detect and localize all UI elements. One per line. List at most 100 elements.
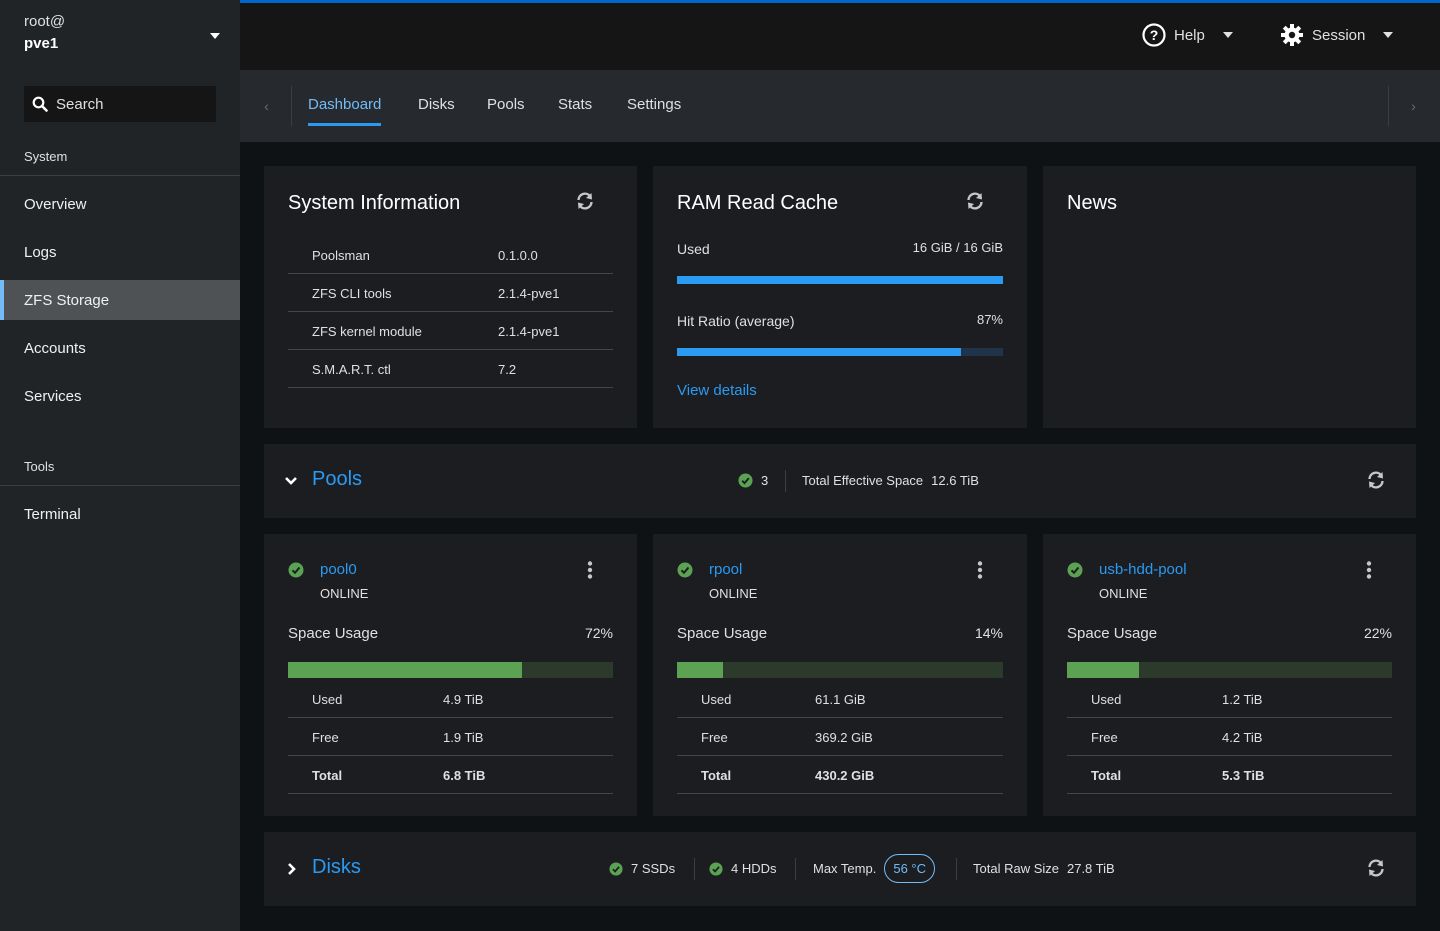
search-button[interactable]: Search (24, 86, 216, 122)
pool-stat-key: Total (1091, 768, 1122, 783)
pool-stat-value: 1.2 TiB (1222, 692, 1263, 707)
svg-text:?: ? (1150, 27, 1159, 43)
space-usage-bar (288, 662, 613, 678)
chevron-down-icon[interactable] (284, 474, 298, 488)
info-value: 7.2 (498, 362, 517, 377)
space-usage-pct: 14% (974, 625, 1003, 641)
space-usage-fill (288, 662, 522, 678)
pool-name-link[interactable]: rpool (709, 561, 742, 578)
refresh-icon[interactable] (1366, 470, 1386, 490)
info-row: Poolsman 0.1.0.0 (288, 236, 613, 274)
caret-down-icon (1222, 32, 1233, 38)
pool-name-link[interactable]: pool0 (320, 561, 357, 578)
disks-section-title[interactable]: Disks (312, 856, 361, 879)
info-row: S.M.A.R.T. ctl 7.2 (288, 350, 613, 388)
ram-used-value: 16 GiB / 16 GiB (912, 240, 1003, 255)
news-card: News (1043, 166, 1416, 428)
kebab-menu-icon[interactable] (1363, 560, 1375, 580)
space-usage-label: Space Usage (288, 625, 379, 642)
pool-stat-value: 5.3 TiB (1222, 768, 1265, 783)
divider (956, 858, 957, 880)
hit-ratio-fill (677, 348, 961, 356)
hit-ratio-value: 87% (976, 312, 1003, 327)
hdd-label: 4 HDDs (731, 861, 777, 876)
chevron-right-icon: › (1411, 98, 1416, 114)
scroll-left-button[interactable]: ‹ (242, 86, 292, 126)
caret-down-icon (1383, 32, 1394, 38)
space-usage-pct: 72% (584, 625, 613, 641)
pool-state: ONLINE (1099, 586, 1148, 601)
sidebar-item-terminal[interactable]: Terminal (0, 494, 240, 534)
scroll-right-button[interactable]: › (1388, 86, 1438, 126)
sidebar-item-zfs-storage[interactable]: ZFS Storage (0, 280, 240, 320)
session-menu-button[interactable]: Session (1280, 23, 1394, 47)
pool-stat-key: Total (312, 768, 343, 783)
caret-down-icon[interactable] (210, 33, 220, 39)
chevron-right-icon[interactable] (286, 862, 298, 876)
pool-stat-value: 430.2 GiB (815, 768, 875, 783)
refresh-icon[interactable] (1366, 858, 1386, 878)
pools-online-count: 3 (738, 473, 768, 488)
tab-stats[interactable]: Stats (558, 96, 592, 113)
pools-section-title[interactable]: Pools (312, 468, 362, 491)
pool-state: ONLINE (320, 586, 369, 601)
card-title: News (1067, 192, 1118, 214)
sidebar: root@ pve1 Search System Overview Logs Z… (0, 0, 240, 931)
ram-cache-card: RAM Read Cache Used 16 GiB / 16 GiB Hit … (653, 166, 1027, 428)
pool-stat-value: 4.9 TiB (443, 692, 484, 707)
info-key: ZFS CLI tools (312, 286, 392, 301)
info-row: ZFS CLI tools 2.1.4-pve1 (288, 274, 613, 312)
hit-ratio-bar (677, 348, 1003, 356)
pool-stat-key: Free (1091, 730, 1118, 745)
host-switcher[interactable]: root@ pve1 (24, 13, 65, 52)
pool-stat-value: 369.2 GiB (815, 730, 873, 745)
divider (795, 858, 796, 880)
pool-stat-key: Free (312, 730, 339, 745)
sidebar-item-services[interactable]: Services (0, 376, 240, 416)
divider (0, 175, 240, 176)
pool-stat-key: Used (312, 692, 343, 707)
hit-ratio-label: Hit Ratio (average) (677, 313, 795, 329)
pool-stat-row: Total 430.2 GiB (677, 756, 1003, 794)
sidebar-item-overview[interactable]: Overview (0, 184, 240, 224)
tab-disks[interactable]: Disks (418, 96, 455, 113)
search-label: Search (56, 95, 104, 113)
space-usage-fill (677, 662, 723, 678)
view-details-link[interactable]: View details (677, 382, 757, 399)
tab-dashboard[interactable]: Dashboard (308, 96, 382, 126)
help-menu-button[interactable]: ? Help (1142, 23, 1233, 47)
raw-size-label: Total Raw Size (973, 861, 1059, 876)
check-circle-icon (609, 861, 623, 876)
tab-settings[interactable]: Settings (627, 96, 681, 113)
refresh-icon[interactable] (575, 191, 595, 211)
count-value: 3 (761, 473, 769, 488)
pool-stat-row: Used 1.2 TiB (1067, 680, 1392, 718)
tab-pools[interactable]: Pools (487, 96, 525, 113)
disks-section-header: Disks 7 SSDs 4 HDDs Max Temp. 56 °C Tota… (264, 832, 1416, 906)
section-label-tools: Tools (24, 459, 55, 474)
sidebar-item-accounts[interactable]: Accounts (0, 328, 240, 368)
pool-stat-row: Free 1.9 TiB (288, 718, 613, 756)
kebab-menu-icon[interactable] (584, 560, 596, 580)
ssd-label: 7 SSDs (631, 861, 676, 876)
sidebar-item-logs[interactable]: Logs (0, 232, 240, 272)
pool-name-link[interactable]: usb-hdd-pool (1099, 561, 1187, 578)
info-value: 2.1.4-pve1 (498, 324, 560, 339)
pool-stat-key: Total (701, 768, 732, 783)
host-user: root@ (24, 13, 66, 30)
pools-section-header: Pools 3 Total Effective Space 12.6 TiB (264, 444, 1416, 518)
effective-space-label: Total Effective Space (802, 473, 924, 488)
section-label-system: System (24, 149, 68, 164)
refresh-icon[interactable] (965, 191, 985, 211)
card-title: System Information (288, 192, 461, 214)
space-usage-bar (1067, 662, 1392, 678)
raw-size-stat: Total Raw Size 27.8 TiB (973, 861, 1115, 876)
space-usage-label: Space Usage (1067, 625, 1158, 642)
session-label: Session (1312, 26, 1366, 44)
kebab-menu-icon[interactable] (974, 560, 986, 580)
info-key: ZFS kernel module (312, 324, 422, 339)
pool-card: usb-hdd-pool ONLINE Space Usage 22% Used… (1043, 534, 1416, 816)
pool-stat-row: Used 61.1 GiB (677, 680, 1003, 718)
ram-used-bar (677, 276, 1003, 284)
space-usage-pct: 22% (1363, 625, 1392, 641)
